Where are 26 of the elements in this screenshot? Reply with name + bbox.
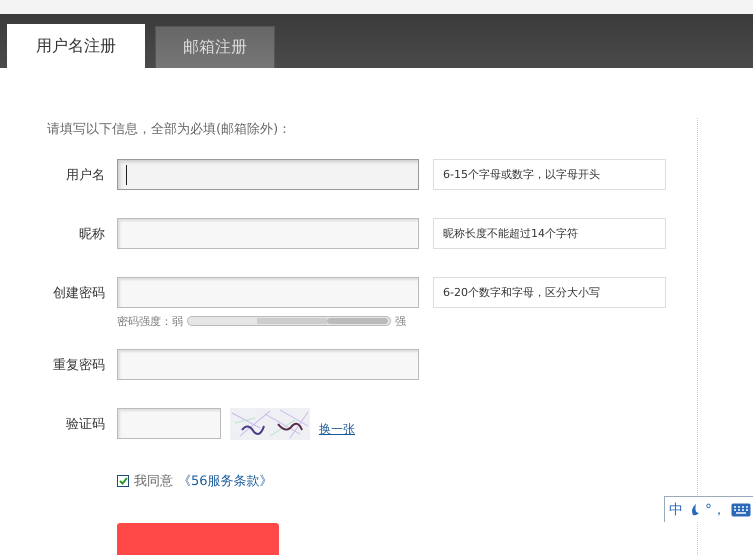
input-field[interactable] bbox=[117, 349, 419, 380]
input-field[interactable] bbox=[117, 218, 419, 249]
hint-tooltip: 6-15个字母或数字，以字母开头 bbox=[433, 159, 666, 190]
hint-tooltip: 6-20个数字和字母，区分大小写 bbox=[433, 277, 666, 308]
register-button[interactable] bbox=[117, 523, 279, 555]
terms-link[interactable]: 《56服务条款》 bbox=[178, 472, 273, 490]
strength-label: 密码强度：弱 bbox=[117, 314, 183, 328]
field-label: 昵称 bbox=[78, 226, 105, 242]
checkbox[interactable] bbox=[117, 475, 129, 487]
agree-label: 我同意 bbox=[134, 473, 173, 490]
refresh-link[interactable]: 换一张 bbox=[319, 421, 355, 438]
strength-label: 强 bbox=[395, 314, 406, 328]
ime-mode-button[interactable]: 中 bbox=[669, 500, 683, 518]
field-label: 用户名 bbox=[65, 166, 105, 184]
input-field[interactable] bbox=[117, 408, 221, 439]
field-label: 重复密码 bbox=[52, 356, 105, 374]
hint-tooltip: 昵称长度不能超过14个字符 bbox=[433, 218, 666, 249]
input-field[interactable] bbox=[117, 159, 419, 190]
field-label: 验证码 bbox=[65, 416, 105, 432]
field-label: 创建密码 bbox=[52, 284, 105, 302]
input-field[interactable] bbox=[117, 277, 419, 308]
tab[interactable]: 邮箱注册 bbox=[155, 26, 275, 68]
tab[interactable]: 用户名注册 bbox=[7, 24, 145, 68]
keyboard-icon[interactable] bbox=[731, 502, 751, 516]
form-intro: 请填写以下信息，全部为必填(邮箱除外)： bbox=[47, 121, 292, 138]
punctuation-button[interactable]: °， bbox=[705, 500, 726, 518]
